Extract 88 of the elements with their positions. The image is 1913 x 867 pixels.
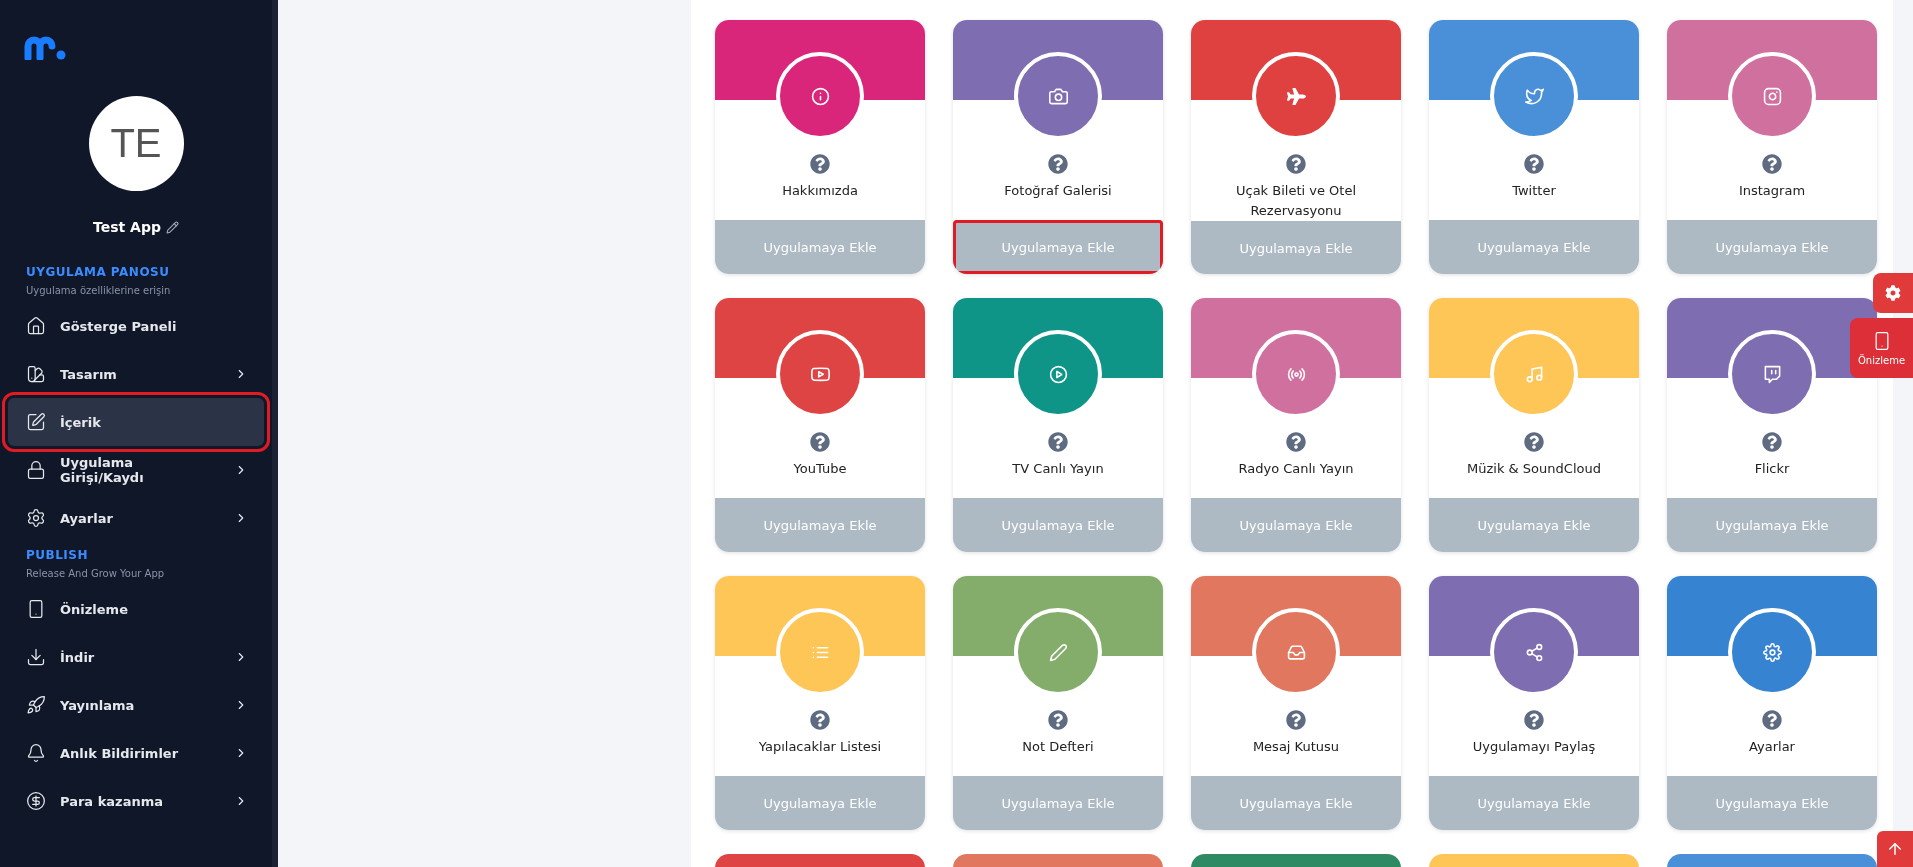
module-title: Instagram <box>1737 182 1807 200</box>
music-icon <box>1524 364 1544 384</box>
dollar-icon <box>26 791 46 811</box>
add-button[interactable]: Uygulamaya Ekle <box>715 498 925 552</box>
module-title: TV Canlı Yayın <box>1011 460 1105 478</box>
add-button[interactable]: Uygulamaya Ekle <box>1191 498 1401 552</box>
module-title: Not Defteri <box>1021 738 1095 756</box>
home-icon <box>26 316 46 336</box>
add-button[interactable]: Uygulamaya Ekle <box>953 498 1163 552</box>
help-icon[interactable] <box>1048 710 1068 730</box>
module-title: Yapılacaklar Listesi <box>757 738 883 756</box>
avatar: TE <box>88 96 184 191</box>
nav-item[interactable]: Anlık Bildirimler <box>8 729 264 777</box>
share-icon <box>1524 642 1544 662</box>
nav-item[interactable]: Uygulama Girişi/Kaydı <box>8 446 264 494</box>
camera-icon <box>1048 86 1068 106</box>
module-title: Müzik & SoundCloud <box>1466 460 1602 478</box>
help-icon[interactable] <box>1524 154 1544 174</box>
section-title: PUBLISH <box>25 548 89 562</box>
nav-item[interactable]: Gösterge Paneli <box>8 302 264 350</box>
section-subtitle: Release And Grow Your App <box>25 568 166 579</box>
help-icon[interactable] <box>1048 432 1068 452</box>
help-icon[interactable] <box>1286 432 1306 452</box>
help-icon[interactable] <box>1762 154 1782 174</box>
help-icon[interactable] <box>810 154 830 174</box>
nav-item[interactable]: Tasarım <box>8 350 264 398</box>
swatch-icon <box>26 364 46 384</box>
settings-icon <box>1885 285 1901 301</box>
module-title: Ayarlar <box>1748 738 1796 756</box>
help-icon[interactable] <box>810 432 830 452</box>
module-title: Hakkımızda <box>781 182 859 200</box>
add-button[interactable]: Uygulamaya Ekle <box>715 220 925 274</box>
add-button[interactable]: Uygulamaya Ekle <box>1667 220 1877 274</box>
lock-icon <box>26 460 46 480</box>
download-icon <box>26 647 46 667</box>
rocket-icon <box>26 695 46 715</box>
add-button[interactable]: Uygulamaya Ekle <box>715 776 925 830</box>
inbox-icon <box>1286 642 1306 662</box>
plane-icon <box>1286 86 1306 106</box>
add-button[interactable]: Uygulamaya Ekle <box>1191 221 1401 274</box>
help-icon[interactable] <box>1762 710 1782 730</box>
module-title: Uçak Bileti ve Otel Rezervasyonu <box>1234 182 1357 220</box>
settings-icon <box>26 508 46 528</box>
help-icon[interactable] <box>810 710 830 730</box>
module-title: Mesaj Kutusu <box>1251 738 1341 756</box>
module-title: YouTube <box>792 460 848 478</box>
section-subtitle: Uygulama özelliklerine erişin <box>25 285 172 296</box>
help-icon[interactable] <box>1524 432 1544 452</box>
add-button[interactable]: Uygulamaya Ekle <box>953 220 1163 274</box>
nav-item[interactable]: Önizleme <box>8 585 264 633</box>
info-icon <box>810 86 830 106</box>
add-button[interactable]: Uygulamaya Ekle <box>953 776 1163 830</box>
edit-icon <box>26 412 46 432</box>
pencil-icon[interactable] <box>166 220 179 234</box>
nav-item[interactable]: Ayarlar <box>8 494 264 542</box>
add-button[interactable]: Uygulamaya Ekle <box>1667 776 1877 830</box>
pencil-icon <box>1048 642 1068 662</box>
logo-icon <box>24 36 68 60</box>
settings-button[interactable] <box>1873 273 1913 313</box>
app-name: Test App <box>93 219 161 235</box>
settings-icon <box>1762 642 1782 662</box>
add-button[interactable]: Uygulamaya Ekle <box>1429 776 1639 830</box>
bird-icon <box>1524 86 1544 106</box>
bell-icon <box>26 743 46 763</box>
scroll-top-button[interactable] <box>1877 831 1913 867</box>
add-button[interactable]: Uygulamaya Ekle <box>1429 498 1639 552</box>
module-title: Fotoğraf Galerisi <box>1003 182 1113 200</box>
module-title: Radyo Canlı Yayın <box>1237 460 1355 478</box>
help-icon[interactable] <box>1762 432 1782 452</box>
help-icon[interactable] <box>1286 710 1306 730</box>
add-button[interactable]: Uygulamaya Ekle <box>1191 776 1401 830</box>
play-icon <box>1048 364 1068 384</box>
play-icon <box>810 364 830 384</box>
add-button[interactable]: Uygulamaya Ekle <box>1429 220 1639 274</box>
help-icon[interactable] <box>1286 154 1306 174</box>
nav-item[interactable]: Yayınlama <box>8 681 264 729</box>
help-icon[interactable] <box>1048 154 1068 174</box>
module-title: Uygulamayı Paylaş <box>1471 738 1597 756</box>
nav-item[interactable]: İndir <box>8 633 264 681</box>
module-title: Flickr <box>1753 460 1791 478</box>
help-icon[interactable] <box>1524 710 1544 730</box>
module-title: Twitter <box>1511 182 1557 200</box>
section-title: UYGULAMA PANOSU <box>25 265 171 279</box>
add-button[interactable]: Uygulamaya Ekle <box>1667 498 1877 552</box>
chat-icon <box>1762 364 1782 384</box>
nav-item[interactable]: Para kazanma <box>8 777 264 825</box>
camera-icon <box>1762 86 1782 106</box>
preview-button[interactable]: Önizleme <box>1850 318 1913 378</box>
